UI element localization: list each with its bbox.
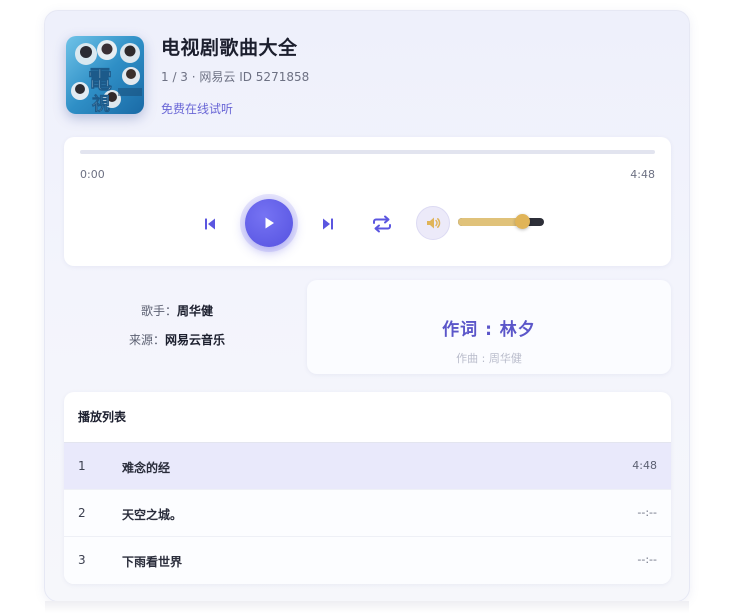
track-duration: --:-- — [637, 506, 657, 519]
current-time: 0:00 — [80, 168, 105, 181]
previous-button[interactable] — [198, 212, 222, 236]
volume-slider[interactable] — [458, 214, 544, 229]
source-label: 来源： — [128, 333, 165, 347]
track-index: 1 — [78, 459, 86, 473]
singer-name: 周华健 — [177, 304, 214, 318]
playlist-item[interactable]: 3 下雨看世界 --:-- — [64, 537, 671, 584]
progress-bar[interactable] — [80, 150, 655, 154]
track-name: 下雨看世界 — [122, 555, 183, 569]
svg-text:電: 電 — [88, 65, 112, 94]
album-title: 电视剧歌曲大全 — [161, 37, 298, 59]
volume-icon — [427, 217, 441, 229]
album-cover: 電 視 — [66, 36, 144, 114]
volume-thumb[interactable] — [515, 214, 530, 229]
playlist-title: 播放列表 — [64, 392, 671, 443]
album-meta: 1 / 3 · 网易云 ID 5271858 — [161, 70, 310, 84]
track-duration: --:-- — [637, 553, 657, 566]
play-button[interactable] — [245, 199, 293, 247]
lyric-next-line: 作曲 : 周华健 — [456, 352, 522, 365]
track-index: 3 — [78, 553, 86, 567]
skip-next-icon — [323, 218, 333, 230]
free-trial-link[interactable]: 免费在线试听 — [161, 100, 233, 117]
total-time: 4:48 — [630, 168, 655, 181]
lyrics-panel: 作词 : 林夕 作曲 : 周华健 — [307, 280, 671, 374]
skip-previous-icon — [205, 218, 215, 230]
playlist: 播放列表 1 难念的经 4:48 2 天空之城。 --:-- 3 下雨看世界 -… — [64, 392, 671, 584]
playlist-item[interactable]: 2 天空之城。 --:-- — [64, 490, 671, 537]
singer-label: 歌手： — [140, 304, 177, 318]
track-name: 难念的经 — [122, 461, 171, 475]
repeat-button[interactable] — [369, 211, 395, 237]
source-line: 来源：网易云音乐 — [64, 333, 290, 348]
play-icon — [265, 217, 274, 229]
svg-text:視: 視 — [91, 93, 110, 114]
volume-button[interactable] — [416, 206, 450, 240]
source-name: 网易云音乐 — [165, 333, 226, 347]
lyric-current-line: 作词 : 林夕 — [442, 320, 536, 340]
volume-fill — [458, 218, 523, 226]
player-panel: 0:00 4:48 — [64, 137, 671, 266]
track-index: 2 — [78, 506, 86, 520]
playlist-item[interactable]: 1 难念的经 4:48 — [64, 443, 671, 490]
track-name: 天空之城。 — [122, 508, 183, 522]
song-info: 歌手：周华健 来源：网易云音乐 — [64, 304, 290, 362]
next-button[interactable] — [316, 212, 340, 236]
track-duration: 4:48 — [632, 459, 657, 472]
player-card: 電 視 电视剧歌曲大全 1 / 3 · 网易云 ID 5271858 免费在线试… — [44, 10, 690, 613]
repeat-icon — [373, 215, 391, 233]
album-cover-image: 電 視 — [66, 36, 144, 114]
singer-line: 歌手：周华健 — [64, 304, 290, 319]
